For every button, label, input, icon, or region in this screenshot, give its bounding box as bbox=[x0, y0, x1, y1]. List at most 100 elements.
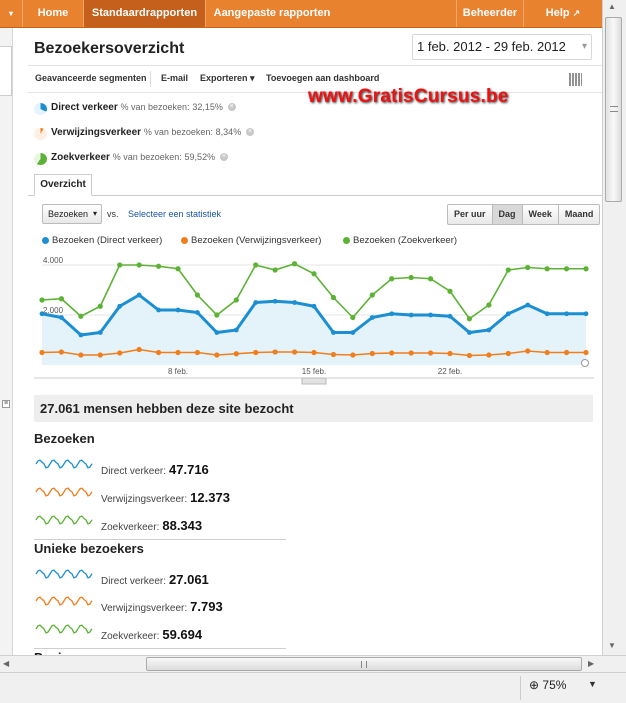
remove-icon[interactable]: × bbox=[245, 128, 254, 137]
data-point[interactable] bbox=[136, 262, 142, 268]
data-point[interactable] bbox=[525, 348, 531, 354]
data-point[interactable] bbox=[466, 352, 473, 359]
data-point[interactable] bbox=[505, 350, 511, 357]
data-point[interactable] bbox=[525, 264, 531, 271]
data-point[interactable] bbox=[136, 292, 142, 298]
data-point[interactable] bbox=[58, 296, 65, 302]
data-point[interactable] bbox=[311, 271, 317, 277]
data-point[interactable] bbox=[59, 315, 64, 320]
data-point[interactable] bbox=[272, 298, 278, 304]
horizontal-scrollbar[interactable]: ◀ ▶ bbox=[0, 655, 626, 672]
data-point[interactable] bbox=[39, 297, 45, 303]
data-point[interactable] bbox=[486, 327, 492, 333]
vertical-scrollbar[interactable]: ▲ ▼ bbox=[602, 0, 626, 655]
add-to-dashboard-button[interactable]: Toevoegen aan dashboard bbox=[266, 73, 379, 83]
data-point[interactable] bbox=[272, 267, 278, 273]
data-point[interactable] bbox=[97, 330, 103, 335]
data-point[interactable] bbox=[350, 330, 356, 335]
data-point[interactable] bbox=[78, 332, 84, 338]
week-button[interactable]: Week bbox=[523, 205, 559, 224]
data-point[interactable] bbox=[117, 350, 123, 356]
data-point[interactable] bbox=[117, 262, 123, 268]
data-point[interactable] bbox=[117, 303, 123, 309]
data-point[interactable] bbox=[97, 303, 103, 309]
data-point[interactable] bbox=[253, 300, 259, 305]
metric-select[interactable]: Bezoeken ▾ bbox=[42, 204, 102, 224]
nav-admin[interactable]: Beheerder bbox=[457, 0, 523, 27]
chevron-down-icon[interactable]: ▼ bbox=[588, 679, 597, 689]
data-point[interactable] bbox=[369, 315, 375, 320]
data-point[interactable] bbox=[78, 313, 84, 319]
data-point[interactable] bbox=[58, 349, 65, 355]
data-point[interactable] bbox=[583, 311, 589, 317]
data-point[interactable] bbox=[389, 276, 395, 282]
data-point[interactable] bbox=[505, 311, 511, 317]
data-point[interactable] bbox=[292, 300, 297, 305]
data-point[interactable] bbox=[427, 350, 434, 356]
export-button[interactable]: Exporteren ▾ bbox=[200, 73, 255, 84]
nav-standard-reports[interactable]: Standaardrapporten bbox=[84, 0, 205, 27]
visits-line-chart[interactable]: 4.0002.0008 feb. 15 feb. 22 feb. bbox=[34, 250, 594, 385]
chart-end-handle[interactable] bbox=[581, 359, 589, 367]
data-point[interactable] bbox=[447, 350, 453, 357]
data-point[interactable] bbox=[330, 294, 337, 301]
data-point[interactable] bbox=[350, 352, 356, 358]
month-button[interactable]: Maand bbox=[559, 205, 600, 224]
data-point[interactable] bbox=[544, 311, 550, 317]
per-hour-button[interactable]: Per uur bbox=[448, 205, 493, 224]
data-point[interactable] bbox=[155, 349, 162, 356]
day-button[interactable]: Dag bbox=[492, 205, 523, 224]
data-point[interactable] bbox=[331, 330, 336, 335]
data-point[interactable] bbox=[369, 350, 375, 357]
scroll-left-icon[interactable]: ◀ bbox=[3, 659, 9, 668]
data-point[interactable] bbox=[97, 352, 103, 358]
data-point[interactable] bbox=[253, 349, 259, 356]
data-point[interactable] bbox=[564, 311, 569, 317]
data-point[interactable] bbox=[291, 349, 298, 355]
data-point[interactable] bbox=[583, 266, 589, 272]
scroll-up-icon[interactable]: ▲ bbox=[608, 2, 616, 11]
data-point[interactable] bbox=[39, 349, 45, 356]
expand-icon[interactable]: ≡ bbox=[2, 400, 10, 408]
data-point[interactable] bbox=[136, 346, 142, 353]
data-point[interactable] bbox=[175, 307, 181, 313]
data-point[interactable] bbox=[233, 327, 239, 333]
data-point[interactable] bbox=[525, 302, 531, 308]
data-point[interactable] bbox=[428, 312, 433, 318]
data-point[interactable] bbox=[214, 352, 220, 358]
data-point[interactable] bbox=[194, 349, 201, 356]
nav-custom-reports[interactable]: Aangepaste rapporten bbox=[206, 0, 338, 27]
zoom-control[interactable]: ⊕ 75% bbox=[529, 678, 566, 692]
data-point[interactable] bbox=[272, 349, 278, 355]
remove-icon[interactable]: × bbox=[227, 103, 236, 112]
data-point[interactable] bbox=[311, 303, 317, 309]
data-point[interactable] bbox=[233, 351, 239, 357]
data-point[interactable] bbox=[486, 302, 492, 308]
remove-icon[interactable]: × bbox=[219, 153, 228, 162]
data-point[interactable] bbox=[330, 351, 337, 358]
scrollbar-thumb[interactable] bbox=[146, 657, 582, 671]
chart-resize-handle[interactable] bbox=[301, 377, 327, 385]
data-point[interactable] bbox=[350, 314, 356, 321]
data-point[interactable] bbox=[389, 311, 395, 317]
data-point[interactable] bbox=[194, 292, 201, 298]
data-point[interactable] bbox=[408, 274, 414, 281]
data-point[interactable] bbox=[583, 349, 589, 356]
data-point[interactable] bbox=[233, 297, 239, 303]
data-point[interactable] bbox=[78, 352, 84, 358]
email-button[interactable]: E-mail bbox=[161, 73, 188, 83]
data-point[interactable] bbox=[175, 266, 181, 272]
scroll-right-icon[interactable]: ▶ bbox=[588, 659, 594, 668]
scroll-down-icon[interactable]: ▼ bbox=[608, 641, 616, 650]
advanced-segments-button[interactable]: Geavanceerde segmenten bbox=[35, 73, 147, 83]
data-point[interactable] bbox=[563, 349, 570, 356]
grid-icon[interactable] bbox=[569, 73, 582, 86]
data-point[interactable] bbox=[486, 352, 492, 358]
data-point[interactable] bbox=[408, 350, 414, 356]
data-point[interactable] bbox=[175, 349, 181, 356]
data-point[interactable] bbox=[505, 267, 511, 273]
data-point[interactable] bbox=[427, 276, 434, 282]
nav-help[interactable]: Help ↗ bbox=[524, 0, 602, 27]
sidebar-box[interactable] bbox=[0, 46, 12, 96]
data-point[interactable] bbox=[195, 310, 200, 315]
